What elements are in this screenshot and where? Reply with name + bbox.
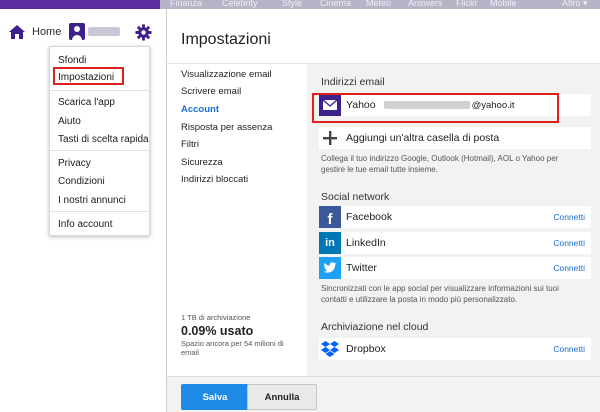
home-label: Home (32, 26, 62, 38)
linkedin-row: in LinkedIn Connetti (319, 232, 591, 254)
menu-item-tasti-scelta-rapida[interactable]: Tasti di scelta rapida (58, 134, 149, 145)
nav-risposta-assenza[interactable]: Risposta per assenza (181, 122, 272, 133)
facebook-icon: f (319, 206, 341, 228)
panel-title: Impostazioni (181, 31, 271, 48)
highlight-impostazioni (53, 67, 124, 85)
plus-icon (319, 127, 341, 149)
facebook-row: f Facebook Connetti (319, 206, 591, 228)
nav-account[interactable]: Account (181, 104, 219, 115)
twitter-label: Twitter (346, 262, 377, 274)
gear-icon[interactable] (135, 24, 152, 41)
nav-scrivere-email[interactable]: Scrivere email (181, 86, 241, 97)
account-settings-content: Indirizzi email Yahoo @yahoo.it Aggiungi… (307, 64, 600, 376)
facebook-label: Facebook (346, 211, 393, 223)
menu-item-condizioni[interactable]: Condizioni (58, 176, 105, 187)
storage-info: 1 TB di archiviazione 0.09% usato Spazio… (181, 313, 301, 357)
dimmed-tab: Mobile (490, 0, 517, 8)
username-redacted (88, 27, 120, 36)
add-mailbox-row[interactable]: Aggiungi un'altra casella di posta (319, 127, 591, 149)
storage-used: 0.09% usato (181, 324, 254, 338)
menu-item-info-account[interactable]: Info account (58, 219, 112, 230)
linkedin-connect-link[interactable]: Connetti (553, 238, 585, 248)
menu-item-privacy[interactable]: Privacy (58, 158, 91, 169)
dropbox-label: Dropbox (346, 343, 386, 355)
panel-footer: Salva Annulla (167, 376, 600, 412)
social-note: Sincronizzati con le app social per visu… (321, 284, 559, 304)
menu-divider (50, 90, 149, 91)
save-button[interactable]: Salva (181, 384, 249, 410)
dimmed-tab: Celebrity (222, 0, 258, 8)
menu-item-sfondi[interactable]: Sfondi (58, 55, 86, 66)
twitter-icon (319, 257, 341, 279)
dimmed-tab: Meteo (366, 0, 392, 8)
dimmed-tab: Flickr (456, 0, 478, 8)
dimmed-top-nav: Finanza Celebrity Style Cinema Meteo Ans… (160, 0, 600, 9)
menu-divider (50, 150, 149, 151)
nav-indirizzi-bloccati[interactable]: Indirizzi bloccati (181, 174, 248, 185)
home-link[interactable]: Home (8, 24, 61, 40)
linkedin-label: LinkedIn (346, 237, 386, 249)
home-icon (9, 25, 25, 39)
email-note: Collega il tuo indirizzo Google, Outlook… (321, 154, 559, 174)
dropbox-row: Dropbox Connetti (319, 338, 591, 360)
dimmed-tab: Finanza (170, 0, 203, 8)
dimmed-tab: Answers (408, 0, 443, 8)
email-section-title: Indirizzi email (321, 76, 385, 88)
cancel-button[interactable]: Annulla (247, 384, 317, 410)
cloud-section-title: Archiviazione nel cloud (321, 321, 429, 333)
nav-sicurezza[interactable]: Sicurezza (181, 157, 223, 168)
settings-panel: Impostazioni Visualizzazione email Scriv… (166, 9, 600, 412)
highlight-yahoo-account (312, 93, 559, 123)
storage-capacity: 1 TB di archiviazione (181, 313, 251, 322)
twitter-connect-link[interactable]: Connetti (553, 263, 585, 273)
social-section-title: Social network (321, 191, 390, 203)
settings-dropdown-menu: Sfondi Impostazioni Scarica l'app Aiuto … (49, 46, 150, 236)
storage-remaining: Spazio ancora per 54 milioni di email (181, 339, 284, 357)
dimmed-tab: Altro ▾ (562, 0, 588, 8)
menu-item-aiuto[interactable]: Aiuto (58, 116, 81, 127)
dropbox-connect-link[interactable]: Connetti (553, 344, 585, 354)
dimmed-tab: Cinema (320, 0, 352, 8)
avatar-icon[interactable] (69, 23, 85, 40)
menu-item-nostri-annunci[interactable]: I nostri annunci (58, 195, 126, 206)
menu-divider (50, 211, 149, 212)
nav-visualizzazione-email[interactable]: Visualizzazione email (181, 69, 272, 80)
top-nav-bar (0, 0, 160, 9)
menu-item-scarica-app[interactable]: Scarica l'app (58, 97, 115, 108)
linkedin-icon: in (319, 232, 341, 254)
dropbox-icon (319, 338, 341, 360)
dimmed-tab: Style (282, 0, 303, 8)
facebook-connect-link[interactable]: Connetti (553, 212, 585, 222)
nav-filtri[interactable]: Filtri (181, 139, 199, 150)
twitter-row: Twitter Connetti (319, 257, 591, 279)
add-mailbox-label: Aggiungi un'altra casella di posta (346, 132, 500, 144)
